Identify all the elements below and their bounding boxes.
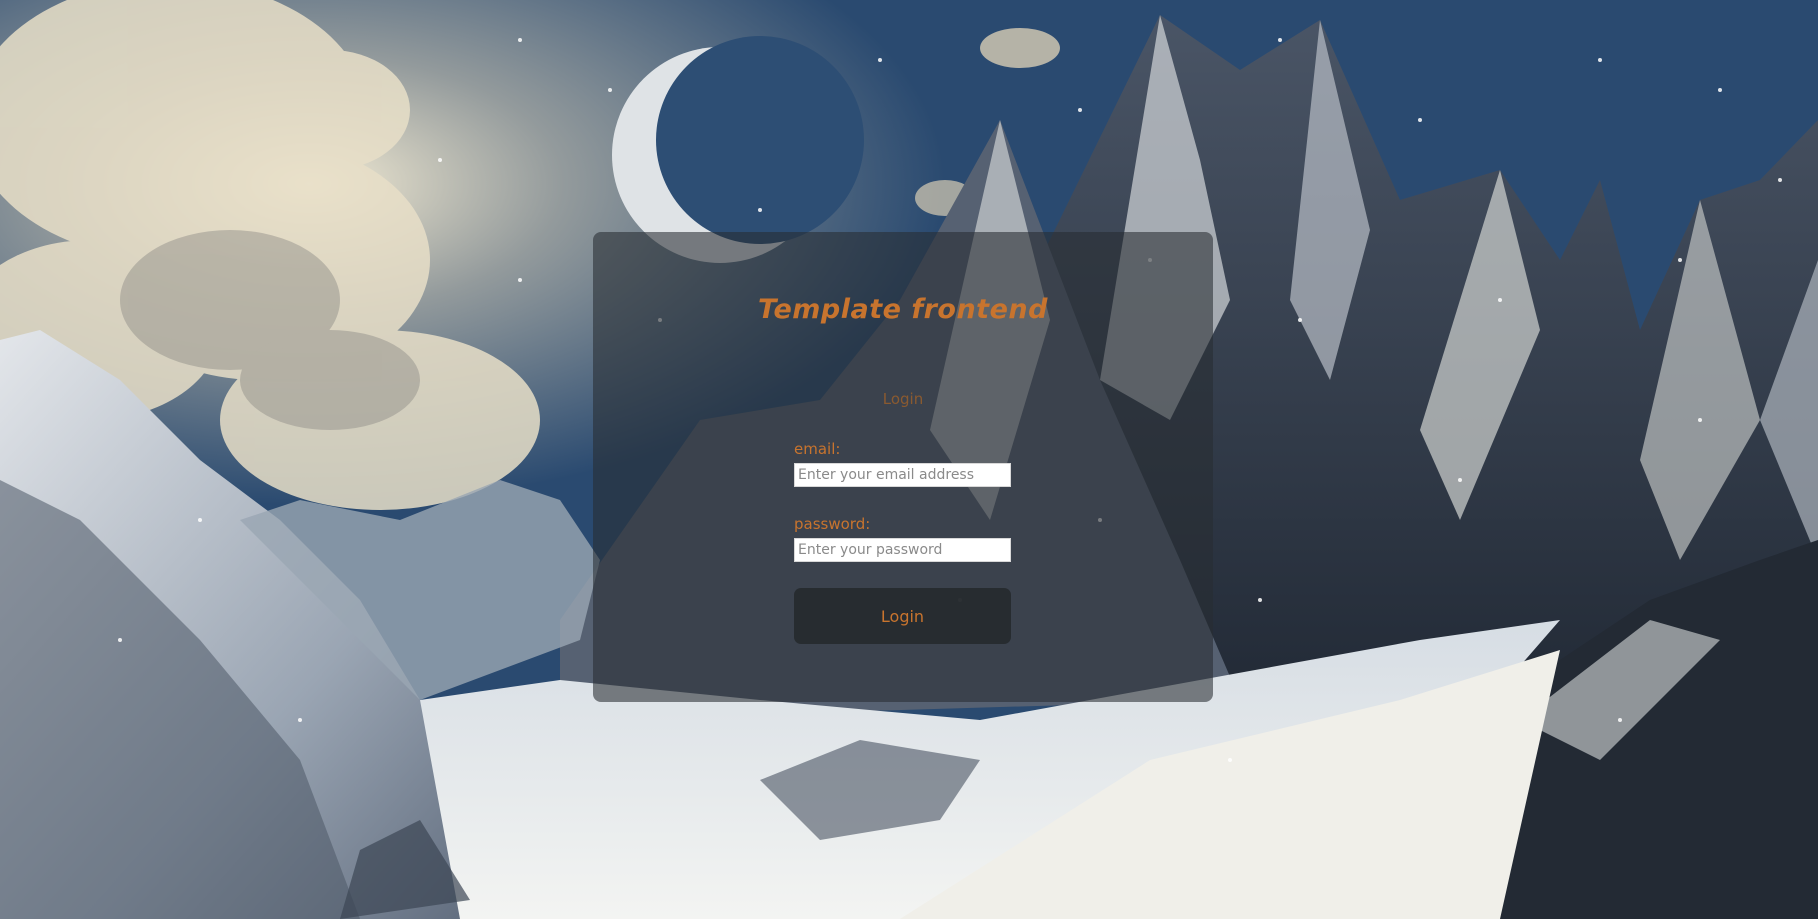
login-panel: Template frontend Login email: password:… xyxy=(593,232,1213,702)
password-input[interactable] xyxy=(794,538,1011,562)
email-label: email: xyxy=(794,440,841,458)
email-input[interactable] xyxy=(794,463,1011,487)
password-label: password: xyxy=(794,515,871,533)
login-page: Template frontend Login email: password:… xyxy=(0,0,1818,919)
login-button[interactable]: Login xyxy=(794,588,1011,644)
app-title: Template frontend xyxy=(758,294,1048,325)
login-heading: Login xyxy=(882,390,924,408)
